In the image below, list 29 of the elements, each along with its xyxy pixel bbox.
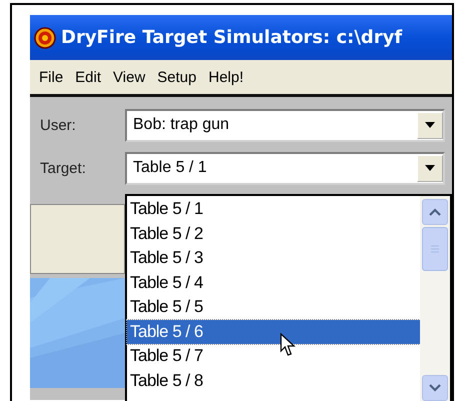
dropdown-arrow-icon: [425, 122, 435, 128]
list-option[interactable]: Table 5 / 4: [127, 270, 420, 295]
scroll-down-button[interactable]: [422, 375, 448, 401]
scroll-thumb[interactable]: [422, 227, 448, 271]
mouse-cursor-icon: [280, 333, 296, 357]
combo-box[interactable]: Bob: trap gun: [125, 108, 445, 142]
menu-item[interactable]: Help!: [208, 68, 244, 86]
combo-box[interactable]: Table 5 / 1: [125, 152, 445, 184]
menu-item[interactable]: Edit: [75, 68, 102, 86]
target-icon: [34, 26, 56, 48]
grip-icon: [430, 244, 440, 254]
dropdown-arrow-icon: [425, 165, 435, 171]
menu-item[interactable]: View: [113, 68, 146, 86]
list-option[interactable]: Table 5 / 1: [127, 197, 420, 222]
field-label: Target:: [40, 160, 87, 176]
list-option[interactable]: Table 5 / 7: [127, 344, 420, 368]
menu-item[interactable]: File: [39, 68, 64, 86]
chevron-up-icon: [429, 208, 441, 216]
list-option[interactable]: Table 5 / 8: [127, 368, 420, 393]
scrollbar[interactable]: [420, 196, 450, 401]
list-option[interactable]: Table 5 / 2: [127, 222, 420, 246]
chevron-down-icon: [429, 384, 441, 392]
list-option[interactable]: Table 5 / 3: [127, 246, 420, 270]
field-label: User:: [40, 116, 77, 134]
menu-item[interactable]: Setup: [157, 68, 196, 86]
list-option[interactable]: Table 5 / 5: [127, 295, 420, 320]
list-option[interactable]: Table 5 / 6: [127, 320, 420, 344]
window-title: DryFire Target Simulators: c:\dryf: [61, 27, 402, 48]
scroll-up-button[interactable]: [422, 199, 448, 225]
